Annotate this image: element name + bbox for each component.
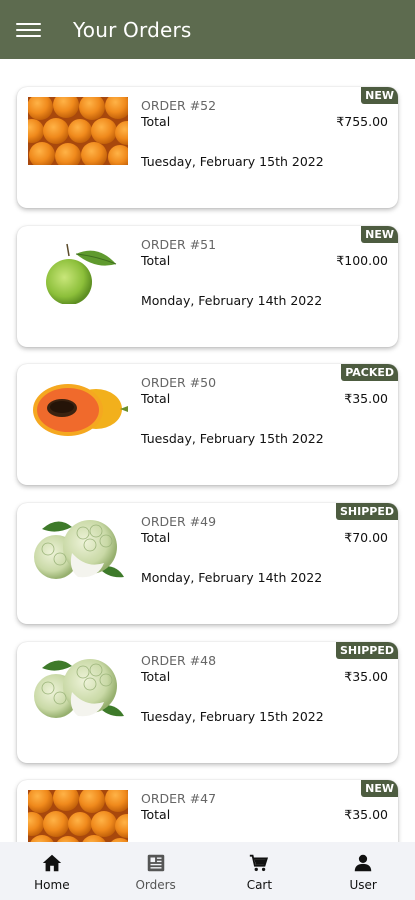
nav-cart[interactable]: Cart [208, 842, 312, 900]
order-number: ORDER #50 [141, 375, 217, 390]
nav-orders-label: Orders [135, 878, 176, 892]
total-label: Total [141, 669, 171, 684]
order-amount: ₹35.00 [344, 669, 388, 684]
order-date: Monday, February 14th 2022 [141, 570, 323, 585]
order-amount: ₹100.00 [336, 253, 388, 268]
order-date: Tuesday, February 15th 2022 [141, 154, 324, 169]
order-number: ORDER #48 [141, 653, 217, 668]
order-card[interactable]: NEW ORDER #52 Total ₹755.00 Tuesday, Feb… [17, 87, 398, 208]
order-amount: ₹70.00 [344, 530, 388, 545]
nav-user[interactable]: User [311, 842, 415, 900]
order-card[interactable]: NEW ORDER #47 Total ₹35.00 [17, 780, 398, 842]
product-image-custard-apple [28, 652, 128, 720]
order-date: Tuesday, February 15th 2022 [141, 431, 324, 446]
orders-icon [147, 854, 164, 872]
status-badge: PACKED [341, 364, 398, 381]
total-label: Total [141, 391, 171, 406]
hamburger-menu-icon[interactable] [16, 20, 46, 40]
page-title: Your Orders [73, 17, 192, 42]
nav-orders[interactable]: Orders [104, 842, 208, 900]
product-image-oranges [28, 790, 128, 842]
order-amount: ₹755.00 [336, 114, 388, 129]
order-card[interactable]: PACKED ORDER #50 Total ₹35.00 Tuesday, F… [17, 364, 398, 485]
status-badge: SHIPPED [336, 503, 398, 520]
bottom-navigation: Home Orders Cart User [0, 842, 415, 900]
status-badge: NEW [361, 780, 398, 797]
status-badge: SHIPPED [336, 642, 398, 659]
total-label: Total [141, 807, 171, 822]
status-badge: NEW [361, 226, 398, 243]
nav-cart-label: Cart [246, 878, 273, 892]
order-date: Tuesday, February 15th 2022 [141, 709, 324, 724]
order-amount: ₹35.00 [344, 807, 388, 822]
product-image-papaya [28, 374, 128, 442]
order-date: Monday, February 14th 2022 [141, 293, 323, 308]
total-label: Total [141, 114, 171, 129]
app-bar: Your Orders [0, 0, 415, 59]
cart-icon [250, 854, 269, 872]
order-number: ORDER #49 [141, 514, 217, 529]
order-number: ORDER #52 [141, 98, 217, 113]
home-icon [42, 854, 62, 872]
user-icon [354, 854, 372, 872]
product-image-custard-apple [28, 513, 128, 581]
order-card[interactable]: SHIPPED ORDER #49 Total ₹70.00 Monday, F… [17, 503, 398, 624]
nav-user-label: User [349, 878, 377, 892]
product-image-oranges [28, 97, 128, 165]
total-label: Total [141, 530, 171, 545]
order-amount: ₹35.00 [344, 391, 388, 406]
total-label: Total [141, 253, 171, 268]
status-badge: NEW [361, 87, 398, 104]
order-number: ORDER #51 [141, 237, 217, 252]
order-card[interactable]: SHIPPED ORDER #48 Total ₹35.00 Tuesday, … [17, 642, 398, 763]
order-number: ORDER #47 [141, 791, 217, 806]
orders-list[interactable]: NEW ORDER #52 Total ₹755.00 Tuesday, Feb… [0, 59, 415, 842]
order-card[interactable]: NEW ORDER #51 Total ₹100.00 Monday, Febr… [17, 226, 398, 347]
nav-home-label: Home [34, 878, 70, 892]
nav-home[interactable]: Home [0, 842, 104, 900]
product-image-guava [28, 236, 128, 304]
